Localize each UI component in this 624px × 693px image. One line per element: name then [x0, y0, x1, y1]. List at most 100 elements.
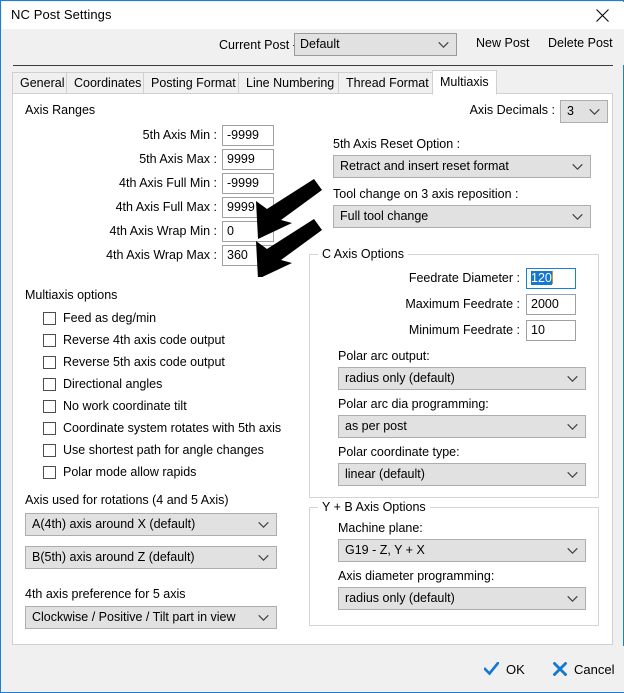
polar-coordinate-type-value: linear (default): [345, 467, 425, 481]
checkbox-icon: [43, 421, 56, 435]
chevron-down-icon: [567, 547, 578, 554]
tool-change-dropdown[interactable]: Full tool change: [333, 205, 591, 228]
chevron-down-icon: [567, 471, 578, 478]
chevron-down-icon: [438, 41, 449, 48]
post-selector-row: Current Post - Default New Post Delete P…: [2, 29, 624, 65]
feedrate-diameter-value: 120: [531, 271, 552, 285]
multiaxis-tab-panel: Axis Ranges 5th Axis Min : -9999 5th Axi…: [12, 93, 613, 645]
checkbox-label: Directional angles: [63, 377, 163, 391]
checkbox-icon: [43, 333, 56, 347]
yb-axis-options-title: Y + B Axis Options: [318, 500, 430, 514]
chevron-down-icon: [258, 521, 269, 528]
4th-axis-full-min-input[interactable]: -9999: [222, 173, 274, 194]
chevron-down-icon: [258, 614, 269, 621]
checkbox-icon: [43, 355, 56, 369]
axis-decimals-label: Axis Decimals :: [469, 103, 555, 117]
checkbox-polar-mode-allow-rapids[interactable]: Polar mode allow rapids: [43, 463, 196, 481]
5th-axis-reset-dropdown[interactable]: Retract and insert reset format: [333, 155, 591, 178]
4th-axis-wrap-min-label: 4th Axis Wrap Min :: [109, 224, 217, 238]
checkbox-directional-angles[interactable]: Directional angles: [43, 375, 162, 393]
4th-axis-full-min-label: 4th Axis Full Min :: [119, 176, 217, 190]
tab-thread-format[interactable]: Thread Format: [338, 72, 437, 94]
chevron-down-icon: [572, 163, 583, 170]
polar-arc-dia-dropdown[interactable]: as per post: [338, 415, 586, 438]
4th-axis-wrap-max-label: 4th Axis Wrap Max :: [106, 248, 217, 262]
4th-axis-full-max-input[interactable]: 9999: [222, 197, 274, 218]
5th-axis-max-label: 5th Axis Max :: [139, 152, 217, 166]
axis-decimals-value: 3: [567, 104, 574, 118]
tab-line-numbering[interactable]: Line Numbering: [238, 72, 343, 94]
current-post-value: Default: [300, 37, 340, 51]
polar-arc-output-value: radius only (default): [345, 371, 455, 385]
checkbox-feed-as-deg-min[interactable]: Feed as deg/min: [43, 309, 156, 327]
c-axis-options-group: C Axis Options Feedrate Diameter : 120 M…: [309, 247, 599, 498]
tool-change-label: Tool change on 3 axis reposition :: [333, 187, 519, 201]
tab-multiaxis[interactable]: Multiaxis: [432, 70, 497, 95]
machine-plane-dropdown[interactable]: G19 - Z, Y + X: [338, 539, 586, 562]
tab-general[interactable]: General: [12, 72, 73, 94]
delete-post-button[interactable]: Delete Post: [548, 36, 613, 50]
tab-coordinates[interactable]: Coordinates: [66, 72, 150, 94]
4th-axis-full-max-label: 4th Axis Full Max :: [115, 200, 217, 214]
current-post-dropdown[interactable]: Default: [294, 33, 457, 56]
5th-axis-min-label: 5th Axis Min :: [142, 128, 217, 142]
checkbox-label: Use shortest path for angle changes: [63, 443, 264, 457]
window-title: NC Post Settings: [11, 7, 112, 22]
5th-axis-reset-label: 5th Axis Reset Option :: [333, 137, 461, 151]
checkbox-no-work-coordinate-tilt[interactable]: No work coordinate tilt: [43, 397, 187, 415]
minimum-feedrate-label: Minimum Feedrate :: [408, 323, 520, 337]
cancel-button[interactable]: Cancel: [553, 658, 614, 680]
checkbox-label: Coordinate system rotates with 5th axis: [63, 421, 282, 435]
checkbox-reverse-4th-axis-code-output[interactable]: Reverse 4th axis code output: [43, 331, 225, 349]
polar-arc-dia-value: as per post: [345, 419, 407, 433]
tab-posting-format[interactable]: Posting Format: [143, 72, 244, 94]
new-post-button[interactable]: New Post: [476, 36, 530, 50]
ok-button[interactable]: OK: [484, 658, 525, 680]
checkbox-icon: [43, 465, 56, 479]
checkbox-use-shortest-path-for-angle-changes[interactable]: Use shortest path for angle changes: [43, 441, 264, 459]
axis-preference-dropdown[interactable]: Clockwise / Positive / Tilt part in view: [25, 606, 277, 629]
5th-axis-max-input[interactable]: 9999: [222, 149, 274, 170]
4th-axis-wrap-max-input[interactable]: 360: [222, 245, 274, 266]
checkbox-reverse-5th-axis-code-output[interactable]: Reverse 5th axis code output: [43, 353, 225, 371]
machine-plane-value: G19 - Z, Y + X: [345, 543, 425, 557]
axis-ranges-title: Axis Ranges: [25, 103, 96, 117]
close-icon[interactable]: [580, 2, 624, 28]
chevron-down-icon: [567, 423, 578, 430]
5th-axis-min-input[interactable]: -9999: [222, 125, 274, 146]
polar-arc-output-dropdown[interactable]: radius only (default): [338, 367, 586, 390]
check-icon: [484, 662, 499, 676]
tool-change-value: Full tool change: [340, 209, 429, 223]
checkbox-label: Reverse 4th axis code output: [63, 333, 225, 347]
checkbox-icon: [43, 311, 56, 325]
minimum-feedrate-input[interactable]: 10: [526, 320, 576, 341]
checkbox-label: No work coordinate tilt: [63, 399, 187, 413]
rotation-axis-5-dropdown[interactable]: B(5th) axis around Z (default): [25, 546, 277, 569]
axis-decimals-dropdown[interactable]: 3: [560, 100, 608, 123]
rotation-axis-5-value: B(5th) axis around Z (default): [32, 550, 195, 564]
checkbox-label: Feed as deg/min: [63, 311, 157, 325]
rotation-axis-4-dropdown[interactable]: A(4th) axis around X (default): [25, 513, 277, 536]
rotations-title: Axis used for rotations (4 and 5 Axis): [25, 493, 229, 507]
maximum-feedrate-label: Maximum Feedrate :: [405, 297, 520, 311]
chevron-down-icon: [258, 554, 269, 561]
axis-preference-title: 4th axis preference for 5 axis: [25, 587, 186, 601]
4th-axis-wrap-min-input[interactable]: 0: [222, 221, 274, 242]
checkbox-icon: [43, 377, 56, 391]
nc-post-settings-window: NC Post Settings Current Post - Default …: [0, 0, 624, 693]
rotation-axis-4-value: A(4th) axis around X (default): [32, 517, 196, 531]
feedrate-diameter-label: Feedrate Diameter :: [408, 271, 520, 285]
chevron-down-icon: [567, 375, 578, 382]
feedrate-diameter-input[interactable]: 120: [526, 268, 576, 289]
polar-coordinate-type-dropdown[interactable]: linear (default): [338, 463, 586, 486]
multiaxis-options-title: Multiaxis options: [25, 288, 118, 302]
maximum-feedrate-input[interactable]: 2000: [526, 294, 576, 315]
chevron-down-icon: [572, 213, 583, 220]
checkbox-label: Reverse 5th axis code output: [63, 355, 225, 369]
yb-axis-options-group: Y + B Axis Options Machine plane: G19 - …: [309, 500, 599, 626]
tab-strip: General Coordinates Posting Format Line …: [12, 70, 613, 95]
chevron-down-icon: [567, 595, 578, 602]
axis-diameter-label: Axis diameter programming:: [338, 569, 495, 583]
checkbox-coordinate-system-rotates-with-5th-axis[interactable]: Coordinate system rotates with 5th axis: [43, 419, 281, 437]
axis-diameter-dropdown[interactable]: radius only (default): [338, 587, 586, 610]
